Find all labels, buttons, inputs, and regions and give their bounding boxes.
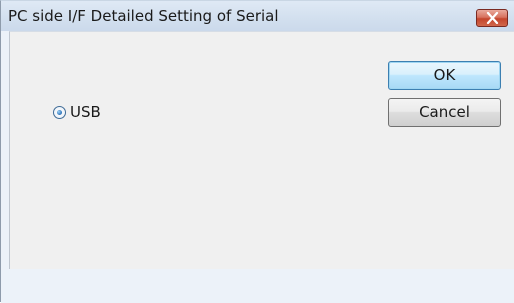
bottom-window-frame <box>1 269 514 303</box>
close-icon <box>486 12 499 24</box>
usb-radio-button[interactable] <box>53 106 66 119</box>
cancel-button[interactable]: Cancel <box>388 98 501 127</box>
ok-button[interactable]: OK <box>388 61 501 90</box>
window-title: PC side I/F Detailed Setting of Serial <box>8 7 279 25</box>
close-button[interactable] <box>476 9 508 27</box>
title-bar[interactable]: PC side I/F Detailed Setting of Serial <box>1 1 514 31</box>
usb-radio-label[interactable]: USB <box>70 103 101 121</box>
radio-selected-dot <box>57 110 62 115</box>
left-window-frame <box>1 31 9 269</box>
dialog-window: PC side I/F Detailed Setting of Serial U… <box>0 0 514 303</box>
